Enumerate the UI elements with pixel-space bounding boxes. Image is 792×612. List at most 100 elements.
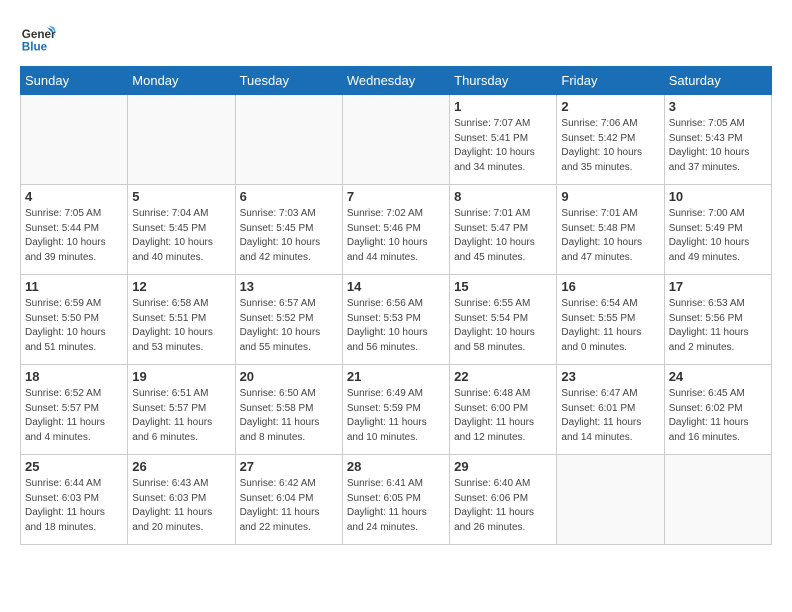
day-number: 23 bbox=[561, 369, 659, 384]
day-number: 25 bbox=[25, 459, 123, 474]
day-info: Sunrise: 6:58 AM Sunset: 5:51 PM Dayligh… bbox=[132, 297, 230, 355]
calendar-cell: 9 Sunrise: 7:01 AM Sunset: 5:48 PM Daylig… bbox=[557, 185, 664, 275]
day-info: Sunrise: 7:01 AM Sunset: 5:47 PM Dayligh… bbox=[454, 207, 552, 265]
calendar-cell: 6 Sunrise: 7:03 AM Sunset: 5:45 PM Daylig… bbox=[235, 185, 342, 275]
day-number: 28 bbox=[347, 459, 445, 474]
day-info: Sunrise: 6:41 AM Sunset: 6:05 PM Dayligh… bbox=[347, 477, 445, 535]
day-info: Sunrise: 6:53 AM Sunset: 5:56 PM Dayligh… bbox=[669, 297, 767, 355]
day-number: 29 bbox=[454, 459, 552, 474]
day-info: Sunrise: 7:00 AM Sunset: 5:49 PM Dayligh… bbox=[669, 207, 767, 265]
col-header-wednesday: Wednesday bbox=[342, 67, 449, 95]
calendar-cell: 27 Sunrise: 6:42 AM Sunset: 6:04 PM Dayli… bbox=[235, 455, 342, 545]
calendar-cell: 20 Sunrise: 6:50 AM Sunset: 5:58 PM Dayli… bbox=[235, 365, 342, 455]
calendar-cell bbox=[128, 95, 235, 185]
day-info: Sunrise: 7:05 AM Sunset: 5:44 PM Dayligh… bbox=[25, 207, 123, 265]
day-number: 5 bbox=[132, 189, 230, 204]
col-header-sunday: Sunday bbox=[21, 67, 128, 95]
calendar-cell: 8 Sunrise: 7:01 AM Sunset: 5:47 PM Daylig… bbox=[450, 185, 557, 275]
day-number: 9 bbox=[561, 189, 659, 204]
week-row-4: 18Sunrise: 6:52 AM Sunset: 5:57 PM Dayli… bbox=[21, 365, 772, 455]
calendar-cell: 21 Sunrise: 6:49 AM Sunset: 5:59 PM Dayli… bbox=[342, 365, 449, 455]
calendar-cell: 2 Sunrise: 7:06 AM Sunset: 5:42 PM Daylig… bbox=[557, 95, 664, 185]
calendar-cell: 5 Sunrise: 7:04 AM Sunset: 5:45 PM Daylig… bbox=[128, 185, 235, 275]
day-number: 8 bbox=[454, 189, 552, 204]
calendar-cell: 18Sunrise: 6:52 AM Sunset: 5:57 PM Dayli… bbox=[21, 365, 128, 455]
calendar-cell: 13 Sunrise: 6:57 AM Sunset: 5:52 PM Dayli… bbox=[235, 275, 342, 365]
calendar-cell: 22Sunrise: 6:48 AM Sunset: 6:00 PM Dayli… bbox=[450, 365, 557, 455]
day-info: Sunrise: 7:04 AM Sunset: 5:45 PM Dayligh… bbox=[132, 207, 230, 265]
calendar-cell bbox=[235, 95, 342, 185]
day-info: Sunrise: 6:51 AM Sunset: 5:57 PM Dayligh… bbox=[132, 387, 230, 445]
calendar-cell: 15 Sunrise: 6:55 AM Sunset: 5:54 PM Dayli… bbox=[450, 275, 557, 365]
calendar-cell: 28 Sunrise: 6:41 AM Sunset: 6:05 PM Dayli… bbox=[342, 455, 449, 545]
day-number: 15 bbox=[454, 279, 552, 294]
logo: General Blue bbox=[20, 20, 56, 56]
day-number: 19 bbox=[132, 369, 230, 384]
calendar-cell: 10 Sunrise: 7:00 AM Sunset: 5:49 PM Dayli… bbox=[664, 185, 771, 275]
col-header-thursday: Thursday bbox=[450, 67, 557, 95]
calendar-cell: 23 Sunrise: 6:47 AM Sunset: 6:01 PM Dayli… bbox=[557, 365, 664, 455]
calendar-cell: 19 Sunrise: 6:51 AM Sunset: 5:57 PM Dayli… bbox=[128, 365, 235, 455]
day-number: 4 bbox=[25, 189, 123, 204]
day-number: 26 bbox=[132, 459, 230, 474]
day-info: Sunrise: 7:01 AM Sunset: 5:48 PM Dayligh… bbox=[561, 207, 659, 265]
calendar-cell: 12Sunrise: 6:58 AM Sunset: 5:51 PM Dayli… bbox=[128, 275, 235, 365]
day-number: 20 bbox=[240, 369, 338, 384]
day-number: 2 bbox=[561, 99, 659, 114]
day-number: 11 bbox=[25, 279, 123, 294]
day-info: Sunrise: 7:05 AM Sunset: 5:43 PM Dayligh… bbox=[669, 117, 767, 175]
calendar-cell: 11 Sunrise: 6:59 AM Sunset: 5:50 PM Dayli… bbox=[21, 275, 128, 365]
day-info: Sunrise: 6:42 AM Sunset: 6:04 PM Dayligh… bbox=[240, 477, 338, 535]
calendar-cell: 3 Sunrise: 7:05 AM Sunset: 5:43 PM Daylig… bbox=[664, 95, 771, 185]
page-header: General Blue bbox=[20, 20, 772, 56]
logo-icon: General Blue bbox=[20, 20, 56, 56]
day-number: 22 bbox=[454, 369, 552, 384]
day-info: Sunrise: 6:50 AM Sunset: 5:58 PM Dayligh… bbox=[240, 387, 338, 445]
calendar-cell bbox=[342, 95, 449, 185]
col-header-saturday: Saturday bbox=[664, 67, 771, 95]
day-info: Sunrise: 6:49 AM Sunset: 5:59 PM Dayligh… bbox=[347, 387, 445, 445]
day-info: Sunrise: 7:06 AM Sunset: 5:42 PM Dayligh… bbox=[561, 117, 659, 175]
day-number: 1 bbox=[454, 99, 552, 114]
day-info: Sunrise: 6:56 AM Sunset: 5:53 PM Dayligh… bbox=[347, 297, 445, 355]
day-info: Sunrise: 7:03 AM Sunset: 5:45 PM Dayligh… bbox=[240, 207, 338, 265]
calendar-cell: 16 Sunrise: 6:54 AM Sunset: 5:55 PM Dayli… bbox=[557, 275, 664, 365]
day-info: Sunrise: 6:47 AM Sunset: 6:01 PM Dayligh… bbox=[561, 387, 659, 445]
day-number: 7 bbox=[347, 189, 445, 204]
day-info: Sunrise: 6:45 AM Sunset: 6:02 PM Dayligh… bbox=[669, 387, 767, 445]
day-info: Sunrise: 6:43 AM Sunset: 6:03 PM Dayligh… bbox=[132, 477, 230, 535]
day-info: Sunrise: 6:54 AM Sunset: 5:55 PM Dayligh… bbox=[561, 297, 659, 355]
day-info: Sunrise: 6:52 AM Sunset: 5:57 PM Dayligh… bbox=[25, 387, 123, 445]
day-number: 17 bbox=[669, 279, 767, 294]
calendar-cell bbox=[21, 95, 128, 185]
day-info: Sunrise: 6:55 AM Sunset: 5:54 PM Dayligh… bbox=[454, 297, 552, 355]
day-number: 6 bbox=[240, 189, 338, 204]
week-row-3: 11 Sunrise: 6:59 AM Sunset: 5:50 PM Dayli… bbox=[21, 275, 772, 365]
col-header-tuesday: Tuesday bbox=[235, 67, 342, 95]
day-info: Sunrise: 6:40 AM Sunset: 6:06 PM Dayligh… bbox=[454, 477, 552, 535]
calendar-cell: 26 Sunrise: 6:43 AM Sunset: 6:03 PM Dayli… bbox=[128, 455, 235, 545]
day-number: 13 bbox=[240, 279, 338, 294]
calendar-cell bbox=[664, 455, 771, 545]
day-number: 21 bbox=[347, 369, 445, 384]
week-row-2: 4 Sunrise: 7:05 AM Sunset: 5:44 PM Daylig… bbox=[21, 185, 772, 275]
calendar-header-row: SundayMondayTuesdayWednesdayThursdayFrid… bbox=[21, 67, 772, 95]
day-info: Sunrise: 6:57 AM Sunset: 5:52 PM Dayligh… bbox=[240, 297, 338, 355]
calendar-cell: 4 Sunrise: 7:05 AM Sunset: 5:44 PM Daylig… bbox=[21, 185, 128, 275]
col-header-friday: Friday bbox=[557, 67, 664, 95]
week-row-1: 1 Sunrise: 7:07 AM Sunset: 5:41 PM Daylig… bbox=[21, 95, 772, 185]
day-info: Sunrise: 7:07 AM Sunset: 5:41 PM Dayligh… bbox=[454, 117, 552, 175]
day-info: Sunrise: 6:59 AM Sunset: 5:50 PM Dayligh… bbox=[25, 297, 123, 355]
calendar-cell: 7 Sunrise: 7:02 AM Sunset: 5:46 PM Daylig… bbox=[342, 185, 449, 275]
day-number: 27 bbox=[240, 459, 338, 474]
day-number: 10 bbox=[669, 189, 767, 204]
day-number: 3 bbox=[669, 99, 767, 114]
calendar-cell: 29 Sunrise: 6:40 AM Sunset: 6:06 PM Dayli… bbox=[450, 455, 557, 545]
calendar-cell: 25Sunrise: 6:44 AM Sunset: 6:03 PM Dayli… bbox=[21, 455, 128, 545]
day-number: 16 bbox=[561, 279, 659, 294]
calendar-cell: 14Sunrise: 6:56 AM Sunset: 5:53 PM Dayli… bbox=[342, 275, 449, 365]
svg-text:Blue: Blue bbox=[22, 41, 48, 54]
calendar-table: SundayMondayTuesdayWednesdayThursdayFrid… bbox=[20, 66, 772, 545]
day-info: Sunrise: 7:02 AM Sunset: 5:46 PM Dayligh… bbox=[347, 207, 445, 265]
col-header-monday: Monday bbox=[128, 67, 235, 95]
